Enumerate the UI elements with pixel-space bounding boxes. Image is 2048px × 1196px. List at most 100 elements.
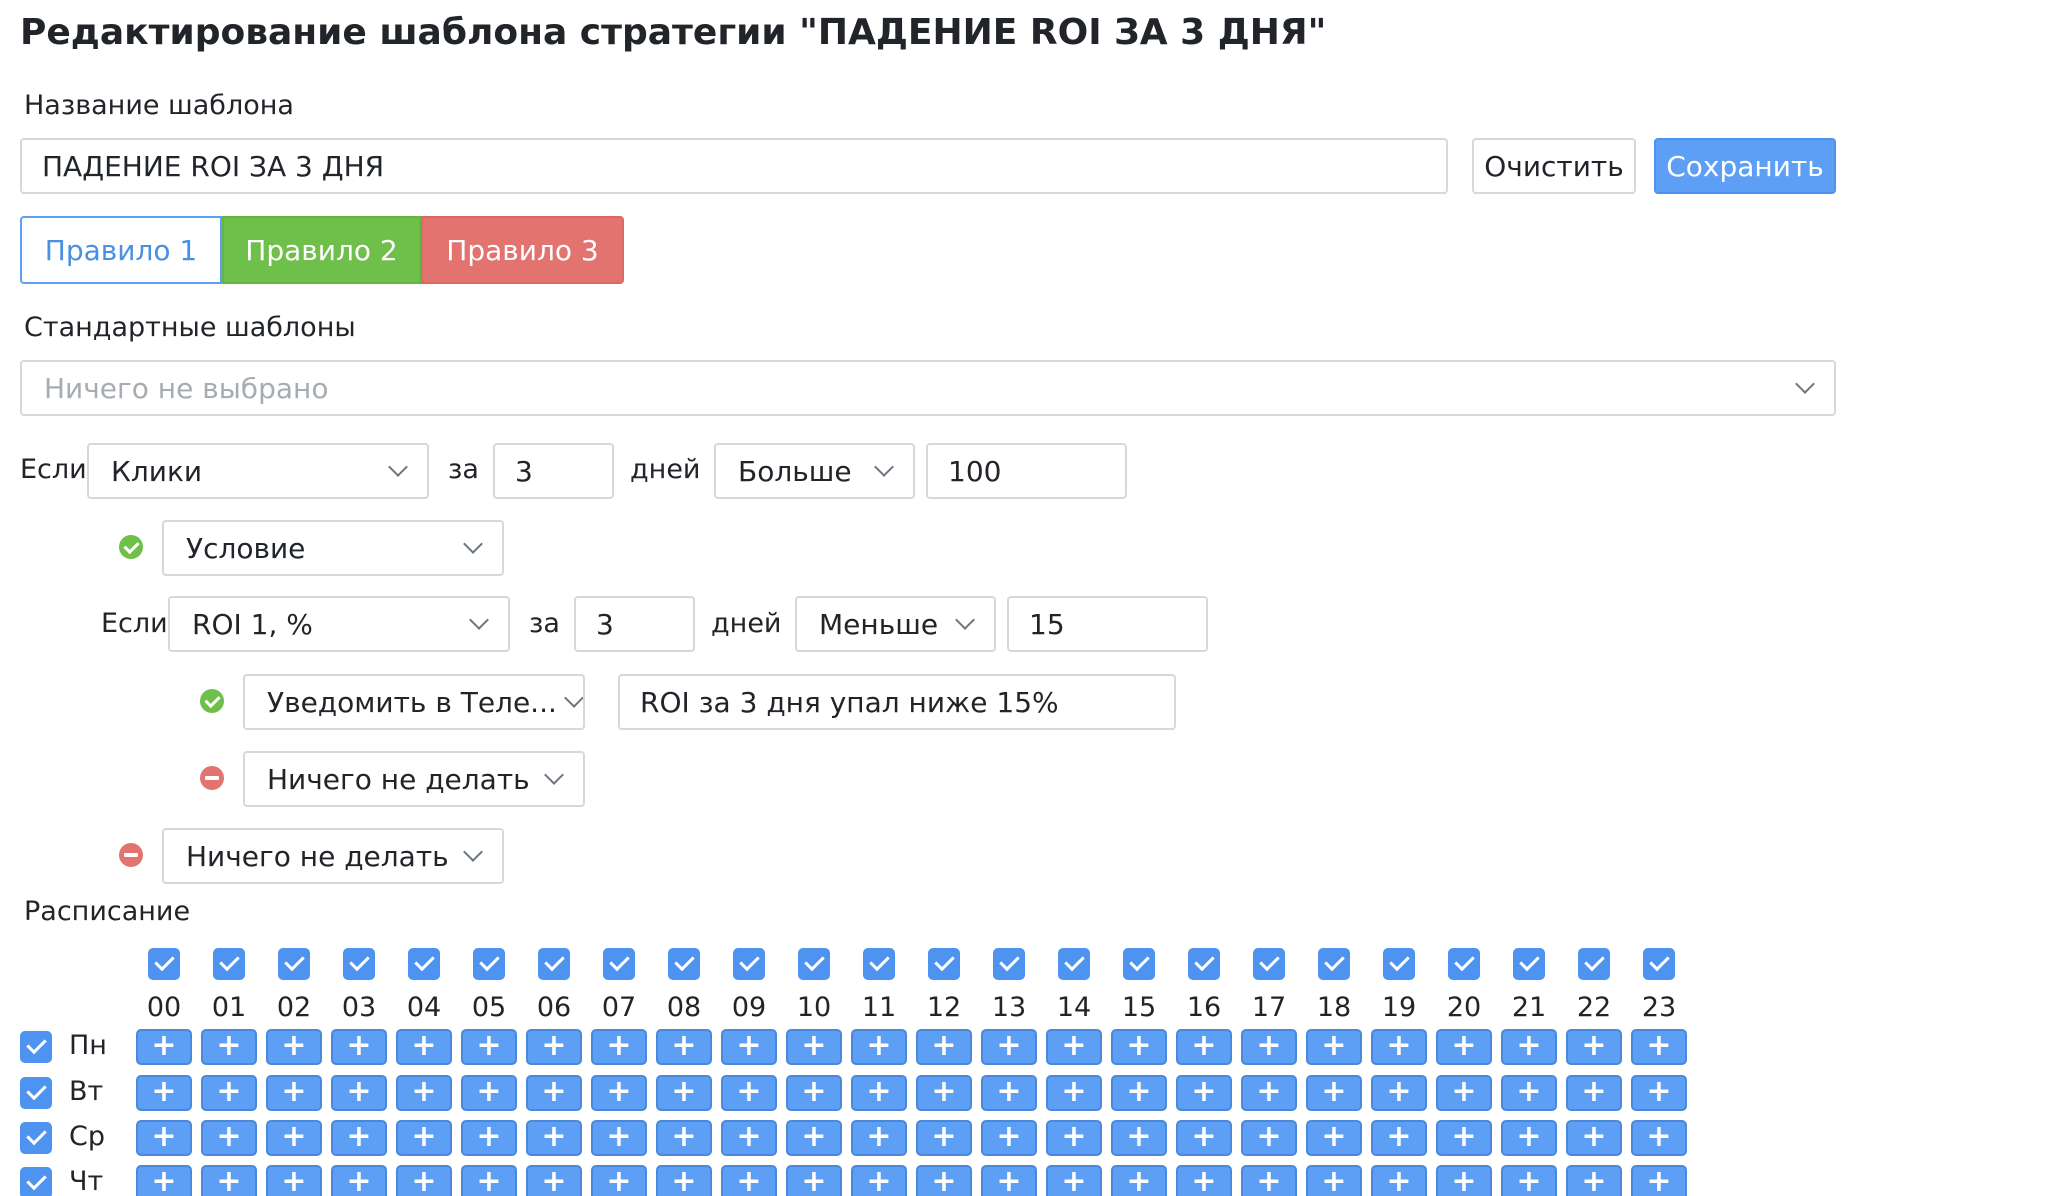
schedule-cell[interactable]: + [851, 1075, 907, 1111]
then-action-select[interactable]: Условие [162, 520, 504, 576]
schedule-cell[interactable]: + [1371, 1165, 1427, 1196]
hour-checkbox-03[interactable] [343, 948, 375, 980]
schedule-cell[interactable]: + [1046, 1075, 1102, 1111]
schedule-cell[interactable]: + [591, 1075, 647, 1111]
schedule-cell[interactable]: + [981, 1075, 1037, 1111]
schedule-cell[interactable]: + [1176, 1075, 1232, 1111]
hour-checkbox-08[interactable] [668, 948, 700, 980]
nested-metric-select[interactable]: ROI 1, % [168, 596, 510, 652]
schedule-cell[interactable]: + [396, 1075, 452, 1111]
schedule-cell[interactable]: + [656, 1165, 712, 1196]
schedule-cell[interactable]: + [136, 1165, 192, 1196]
nested-comparison-select[interactable]: Меньше [795, 596, 996, 652]
schedule-cell[interactable]: + [721, 1120, 777, 1156]
hour-checkbox-22[interactable] [1578, 948, 1610, 980]
schedule-cell[interactable]: + [201, 1075, 257, 1111]
schedule-cell[interactable]: + [1436, 1120, 1492, 1156]
schedule-cell[interactable]: + [461, 1075, 517, 1111]
clear-button[interactable]: Очистить [1472, 138, 1636, 194]
schedule-cell[interactable]: + [916, 1120, 972, 1156]
schedule-cell[interactable]: + [1306, 1029, 1362, 1065]
schedule-cell[interactable]: + [1631, 1120, 1687, 1156]
hour-checkbox-09[interactable] [733, 948, 765, 980]
schedule-cell[interactable]: + [1566, 1029, 1622, 1065]
schedule-cell[interactable]: + [1436, 1165, 1492, 1196]
schedule-cell[interactable]: + [916, 1075, 972, 1111]
hour-checkbox-12[interactable] [928, 948, 960, 980]
schedule-cell[interactable]: + [1176, 1029, 1232, 1065]
hour-checkbox-11[interactable] [863, 948, 895, 980]
schedule-cell[interactable]: + [1111, 1075, 1167, 1111]
nested-days-input[interactable]: 3 [574, 596, 695, 652]
hour-checkbox-14[interactable] [1058, 948, 1090, 980]
hour-checkbox-06[interactable] [538, 948, 570, 980]
schedule-cell[interactable]: + [656, 1029, 712, 1065]
day-checkbox-0[interactable] [20, 1031, 52, 1063]
schedule-cell[interactable]: + [1371, 1075, 1427, 1111]
schedule-cell[interactable]: + [1046, 1120, 1102, 1156]
hour-checkbox-15[interactable] [1123, 948, 1155, 980]
schedule-cell[interactable]: + [1501, 1075, 1557, 1111]
schedule-cell[interactable]: + [461, 1029, 517, 1065]
schedule-cell[interactable]: + [981, 1029, 1037, 1065]
schedule-cell[interactable]: + [201, 1120, 257, 1156]
nested-then-action-select[interactable]: Уведомить в Теле... [243, 674, 585, 730]
schedule-cell[interactable]: + [1631, 1165, 1687, 1196]
schedule-cell[interactable]: + [1436, 1075, 1492, 1111]
save-button[interactable]: Сохранить [1654, 138, 1836, 194]
schedule-cell[interactable]: + [786, 1120, 842, 1156]
schedule-cell[interactable]: + [1306, 1165, 1362, 1196]
schedule-cell[interactable]: + [1501, 1029, 1557, 1065]
standard-templates-select[interactable]: Ничего не выбрано [20, 360, 1836, 416]
tab-rule-1[interactable]: Правило 1 [20, 216, 222, 284]
metric-select[interactable]: Клики [87, 443, 429, 499]
nested-else-action-select[interactable]: Ничего не делать [243, 751, 585, 807]
schedule-cell[interactable]: + [1241, 1165, 1297, 1196]
schedule-cell[interactable]: + [1241, 1029, 1297, 1065]
schedule-cell[interactable]: + [1631, 1075, 1687, 1111]
schedule-cell[interactable]: + [786, 1165, 842, 1196]
schedule-cell[interactable]: + [201, 1029, 257, 1065]
schedule-cell[interactable]: + [656, 1120, 712, 1156]
schedule-cell[interactable]: + [396, 1165, 452, 1196]
schedule-cell[interactable]: + [136, 1120, 192, 1156]
schedule-cell[interactable]: + [461, 1120, 517, 1156]
comparison-select[interactable]: Больше [714, 443, 915, 499]
day-checkbox-2[interactable] [20, 1122, 52, 1154]
days-input[interactable]: 3 [493, 443, 614, 499]
hour-checkbox-17[interactable] [1253, 948, 1285, 980]
hour-checkbox-19[interactable] [1383, 948, 1415, 980]
hour-checkbox-18[interactable] [1318, 948, 1350, 980]
schedule-cell[interactable]: + [331, 1165, 387, 1196]
schedule-cell[interactable]: + [1306, 1120, 1362, 1156]
schedule-cell[interactable]: + [1046, 1165, 1102, 1196]
schedule-cell[interactable]: + [916, 1165, 972, 1196]
schedule-cell[interactable]: + [1176, 1165, 1232, 1196]
schedule-cell[interactable]: + [721, 1165, 777, 1196]
schedule-cell[interactable]: + [786, 1029, 842, 1065]
schedule-cell[interactable]: + [1176, 1120, 1232, 1156]
schedule-cell[interactable]: + [1501, 1120, 1557, 1156]
hour-checkbox-16[interactable] [1188, 948, 1220, 980]
schedule-cell[interactable]: + [1306, 1075, 1362, 1111]
schedule-cell[interactable]: + [721, 1029, 777, 1065]
tab-rule-2[interactable]: Правило 2 [222, 216, 421, 284]
schedule-cell[interactable]: + [526, 1165, 582, 1196]
schedule-cell[interactable]: + [1566, 1075, 1622, 1111]
hour-checkbox-04[interactable] [408, 948, 440, 980]
hour-checkbox-07[interactable] [603, 948, 635, 980]
schedule-cell[interactable]: + [851, 1120, 907, 1156]
schedule-cell[interactable]: + [266, 1075, 322, 1111]
notification-message-input[interactable]: ROI за 3 дня упал ниже 15% [618, 674, 1176, 730]
schedule-cell[interactable]: + [331, 1120, 387, 1156]
schedule-cell[interactable]: + [1436, 1029, 1492, 1065]
day-checkbox-1[interactable] [20, 1077, 52, 1109]
schedule-cell[interactable]: + [591, 1029, 647, 1065]
schedule-cell[interactable]: + [721, 1075, 777, 1111]
hour-checkbox-05[interactable] [473, 948, 505, 980]
schedule-cell[interactable]: + [591, 1165, 647, 1196]
hour-checkbox-13[interactable] [993, 948, 1025, 980]
hour-checkbox-23[interactable] [1643, 948, 1675, 980]
schedule-cell[interactable]: + [1631, 1029, 1687, 1065]
schedule-cell[interactable]: + [266, 1029, 322, 1065]
